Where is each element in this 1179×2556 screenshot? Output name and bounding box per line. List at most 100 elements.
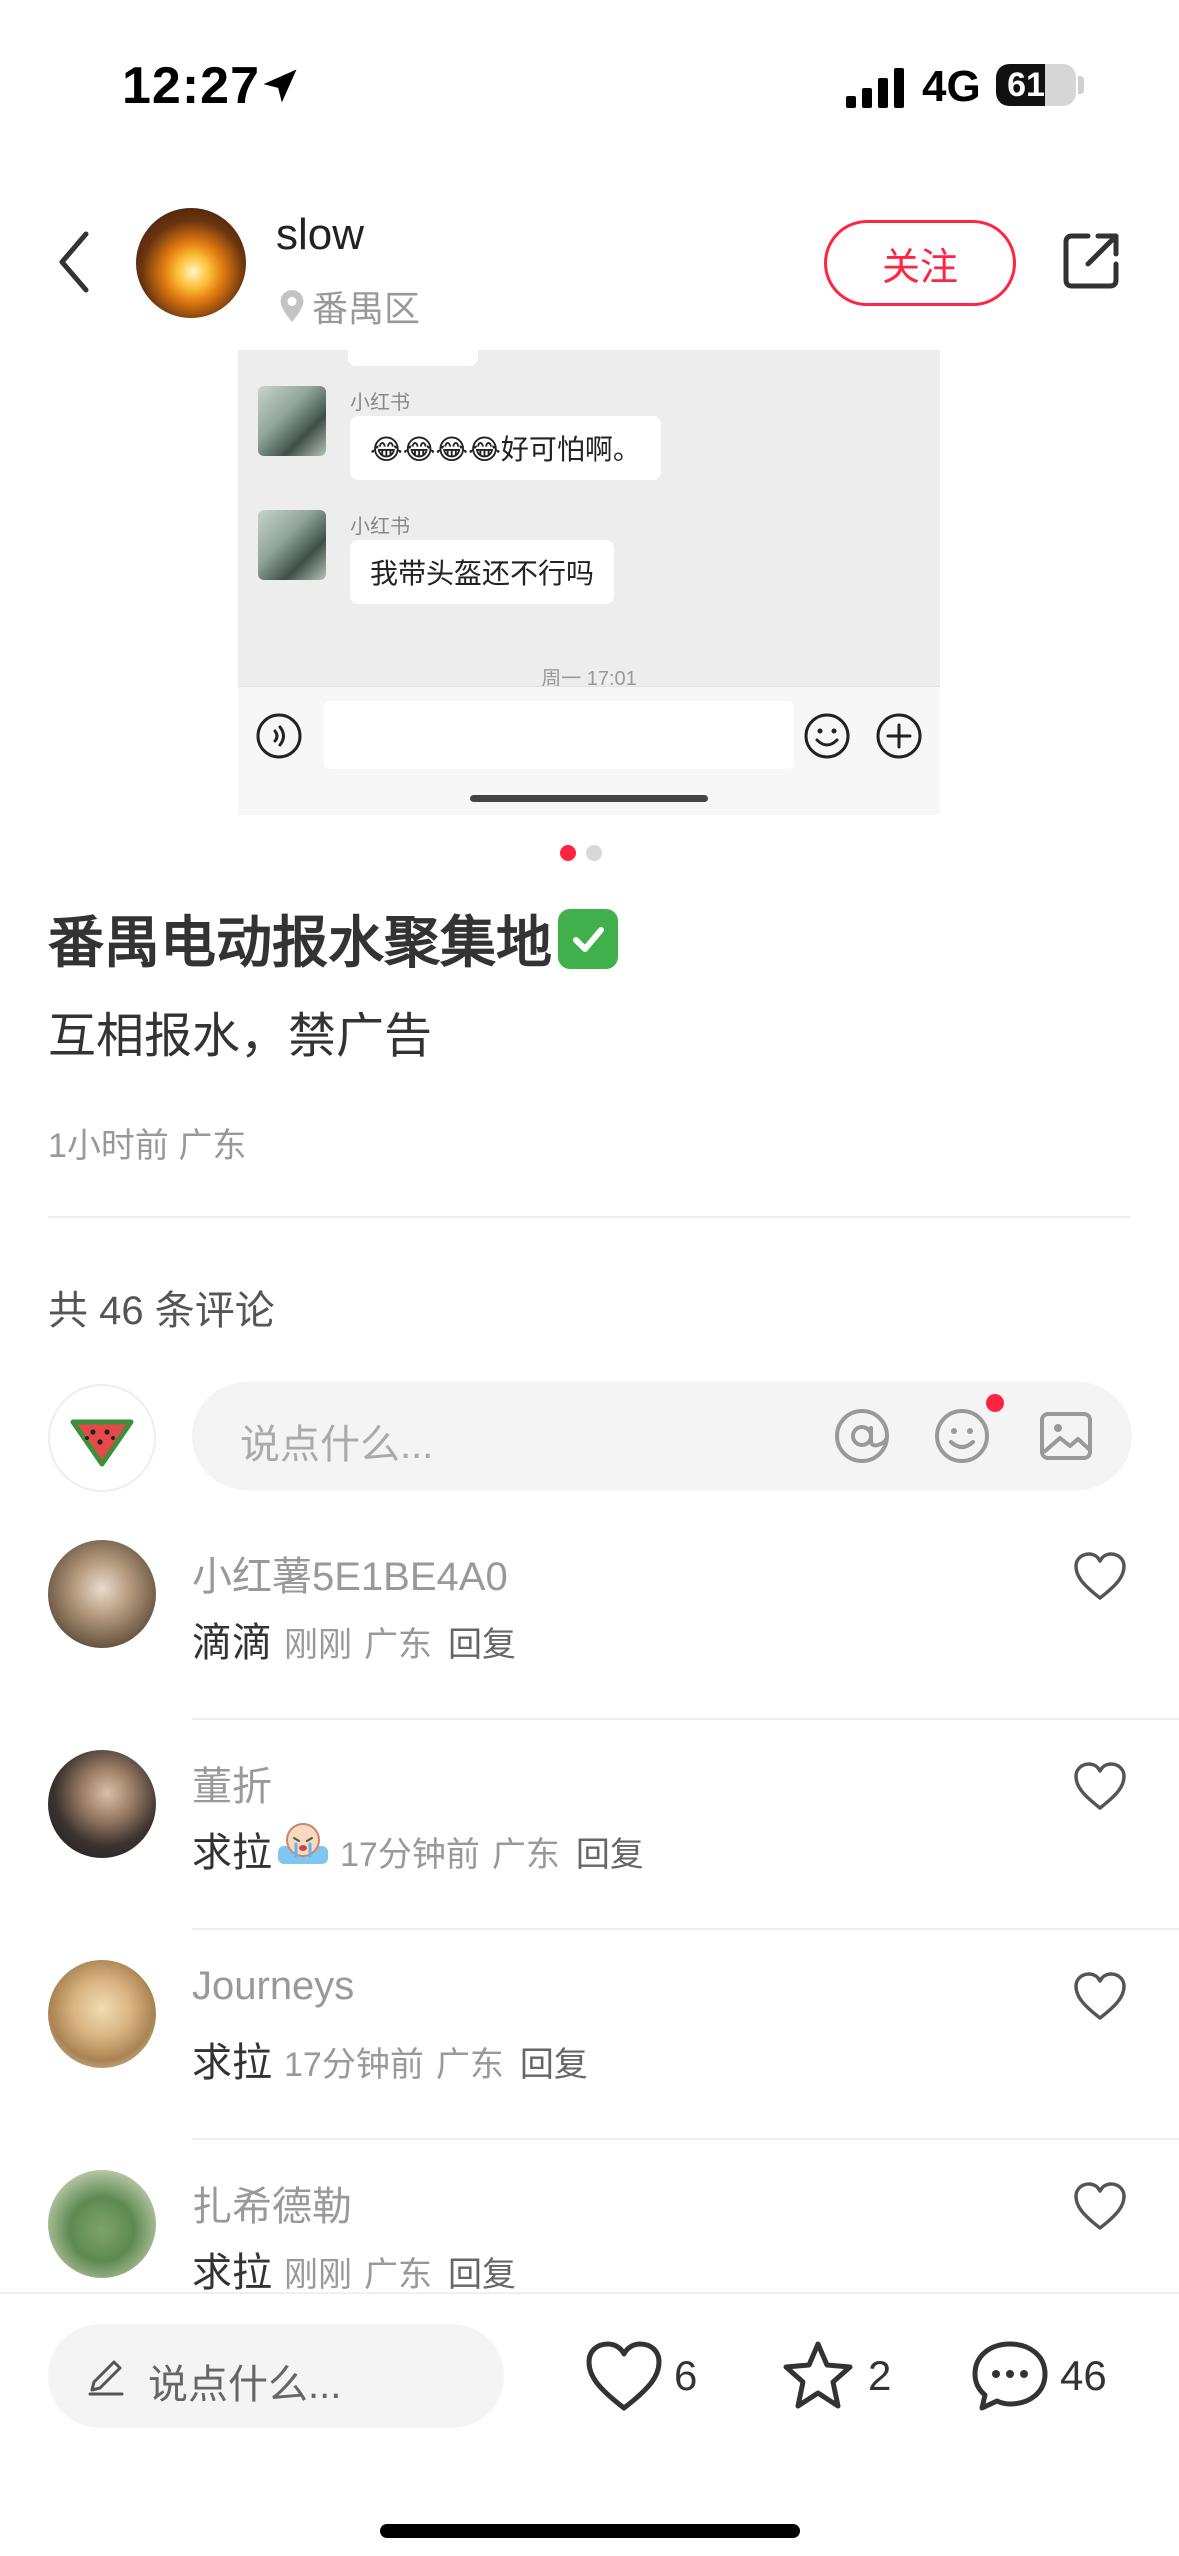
crying-sticker-icon [278, 1823, 328, 1864]
image-icon[interactable] [1036, 1406, 1096, 1466]
comment-item: 董折 求拉 17分钟前 广东 回复 [0, 1750, 1179, 1960]
reply-button[interactable]: 回复 [448, 1617, 516, 1666]
chat-bubble: 我带头盔还不行吗 [350, 540, 615, 604]
location-pin-icon [280, 290, 304, 322]
collect-count: 2 [868, 2352, 892, 2399]
post-meta: 1小时前 广东 [48, 1127, 247, 1165]
comment-text: 求拉 [192, 1831, 272, 1875]
heart-icon [586, 2341, 662, 2411]
author-name[interactable]: slow [276, 210, 364, 260]
comment-divider [192, 2138, 1179, 2140]
chat-sender: 小红书 [350, 516, 410, 538]
heart-icon[interactable] [1072, 2180, 1128, 2232]
heart-icon[interactable] [1072, 1760, 1128, 1812]
comment-region: 广东 [435, 2046, 504, 2084]
post-image[interactable]: 小红书 😂😂😂😂好可怕啊。 小红书 我带头盔还不行吗 周一 17:01 [238, 350, 940, 815]
signal-icon [846, 68, 904, 108]
comment-count: 共 46 条评论 [48, 1289, 275, 1333]
commenter-avatar[interactable] [48, 1540, 156, 1648]
notification-dot [986, 1394, 1004, 1412]
back-icon[interactable] [50, 226, 98, 298]
network-type: 4G [922, 62, 981, 111]
author-avatar[interactable] [136, 208, 246, 318]
reply-button[interactable]: 回复 [448, 2247, 516, 2296]
post-body: 互相报水，禁广告 [48, 1010, 433, 1063]
comment-divider [192, 1718, 1179, 1720]
watermelon-icon [70, 1419, 134, 1467]
comment-time: 17分钟前 [284, 2046, 424, 2084]
comment-line: 求拉 17分钟前 广东 回复 [192, 1820, 644, 1878]
chat-avatar [258, 510, 326, 580]
post-header: slow 番禺区 关注 [0, 180, 1179, 350]
reply-button[interactable]: 回复 [576, 1827, 644, 1876]
my-avatar [48, 1384, 156, 1492]
like-count: 6 [674, 2352, 698, 2399]
pencil-icon [88, 2360, 124, 2396]
like-button[interactable]: 6 [584, 2338, 697, 2414]
emoji-icon[interactable] [932, 1406, 992, 1466]
share-icon[interactable] [1058, 228, 1124, 294]
comment-placeholder: 说点什么... [240, 1423, 434, 1467]
comment-line: 求拉 刚刚 广东 回复 [192, 2240, 516, 2298]
chat-home-bar [470, 795, 708, 802]
mention-icon[interactable] [832, 1406, 892, 1466]
battery-icon: 61 [996, 64, 1076, 106]
home-indicator[interactable] [380, 2524, 800, 2538]
chat-bubble-partial [348, 350, 478, 366]
plus-icon [876, 713, 922, 759]
comment-time: 刚刚 [284, 1626, 352, 1664]
star-icon [783, 2341, 853, 2409]
commenter-avatar[interactable] [48, 2170, 156, 2278]
post-title: 番禺电动报水聚集地 [48, 898, 618, 979]
chat-text-field [324, 701, 794, 769]
commenter-name[interactable]: 扎希德勒 [192, 2174, 352, 2232]
status-bar: 12:27 4G 61 [0, 0, 1179, 175]
chat-input-bar [238, 686, 940, 815]
comment-text: 求拉 [192, 2041, 272, 2085]
heart-icon[interactable] [1072, 1550, 1128, 1602]
battery-level: 61 [1007, 66, 1045, 104]
comment-divider [192, 1928, 1179, 1930]
comment-item: 小红薯5E1BE4A0 滴滴 刚刚 广东 回复 [0, 1540, 1179, 1750]
status-time: 12:27 [122, 57, 260, 115]
battery-nub [1078, 76, 1084, 94]
comment-button[interactable]: 46 [970, 2338, 1107, 2414]
comment-count-bottom: 46 [1060, 2352, 1107, 2399]
chat-bubble: 😂😂😂😂好可怕啊。 [350, 416, 661, 480]
commenter-name[interactable]: 小红薯5E1BE4A0 [192, 1544, 508, 1602]
page-dot [586, 845, 602, 861]
comment-time: 刚刚 [284, 2256, 352, 2294]
post-title-text: 番禺电动报水聚集地 [48, 911, 552, 974]
collect-button[interactable]: 2 [778, 2338, 891, 2414]
bottom-comment-input[interactable]: 说点什么... [48, 2324, 504, 2428]
comment-region: 广东 [364, 2256, 432, 2294]
bottom-action-bar: 说点什么... 6 2 46 [0, 2292, 1179, 2556]
comment-line: 求拉 17分钟前 广东 回复 [192, 2030, 588, 2088]
chat-avatar [258, 386, 326, 456]
location-label: 番禺区 [312, 288, 421, 329]
comment-input[interactable]: 说点什么... [192, 1382, 1132, 1490]
comment-region: 广东 [364, 1626, 432, 1664]
check-mark-icon [558, 908, 618, 969]
divider [48, 1216, 1131, 1218]
voice-icon [256, 713, 302, 759]
commenter-name[interactable]: Journeys [192, 1964, 354, 2009]
location-arrow-icon [263, 69, 297, 103]
image-pagination [560, 845, 602, 861]
author-location: 番禺区 [278, 280, 420, 332]
comment-text: 滴滴 [192, 1621, 272, 1665]
comment-bubble-icon [972, 2341, 1048, 2411]
reply-button[interactable]: 回复 [520, 2037, 588, 2086]
comment-line: 滴滴 刚刚 广东 回复 [192, 1610, 516, 1668]
commenter-avatar[interactable] [48, 1960, 156, 2068]
comment-region: 广东 [491, 1836, 560, 1874]
commenter-name[interactable]: 董折 [192, 1754, 272, 1812]
follow-button[interactable]: 关注 [824, 220, 1016, 306]
commenter-avatar[interactable] [48, 1750, 156, 1858]
page-dot-active [560, 845, 576, 861]
emoji-icon [804, 713, 850, 759]
comment-time: 17分钟前 [340, 1836, 480, 1874]
comment-item: Journeys 求拉 17分钟前 广东 回复 [0, 1960, 1179, 2170]
comment-text: 求拉 [192, 2251, 272, 2295]
heart-icon[interactable] [1072, 1970, 1128, 2022]
